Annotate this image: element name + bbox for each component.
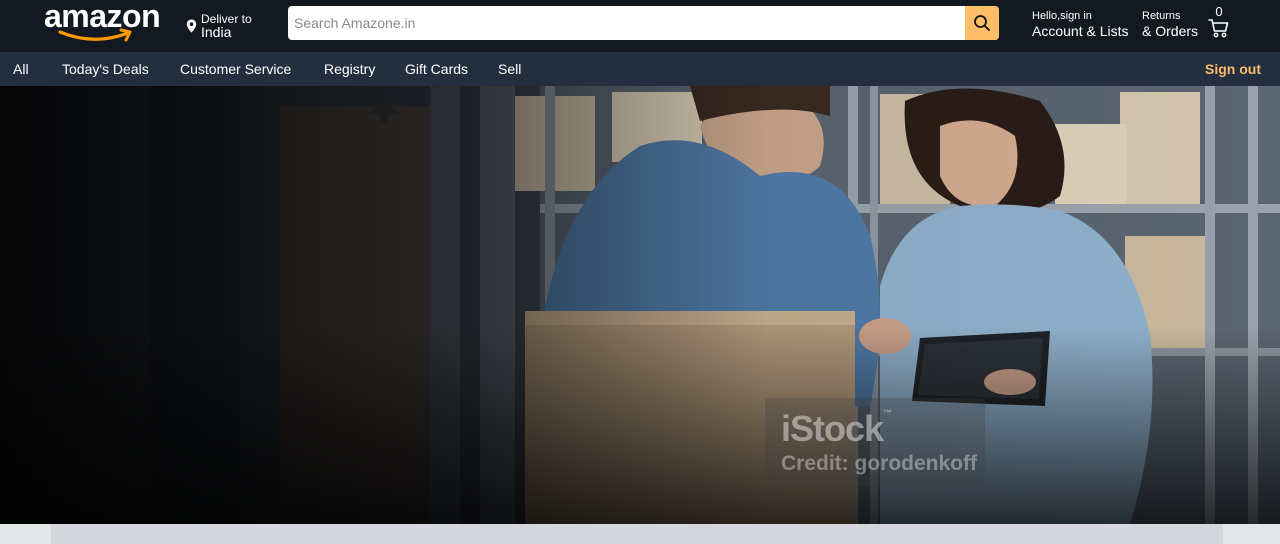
- deliver-location: India: [201, 24, 232, 40]
- logo-smile-arrow-icon: [58, 28, 132, 42]
- orders-label: & Orders: [1142, 23, 1199, 39]
- nav-item-customer-service[interactable]: Customer Service: [180, 61, 291, 77]
- account-and-lists[interactable]: Hello,sign in Account & Lists: [1032, 10, 1129, 39]
- nav-item-all[interactable]: All: [13, 61, 29, 77]
- watermark-logo: iStock™: [781, 408, 892, 449]
- nav-item-gift-cards[interactable]: Gift Cards: [405, 61, 468, 77]
- account-label: Account & Lists: [1032, 23, 1129, 39]
- search-button[interactable]: [965, 6, 999, 40]
- sign-out-link[interactable]: Sign out: [1205, 61, 1261, 77]
- cart-button[interactable]: 0: [1206, 4, 1232, 38]
- location-pin-icon: [186, 19, 197, 33]
- nav-item-registry[interactable]: Registry: [324, 61, 375, 77]
- returns-label: Returns: [1142, 10, 1181, 22]
- amazon-logo[interactable]: amazon: [44, 0, 174, 48]
- search-icon: [974, 15, 990, 31]
- watermark-credit: Credit: gorodenkoff: [781, 452, 977, 475]
- account-greeting: Hello,sign in: [1032, 10, 1092, 22]
- hero-banner-image: iStock™ Credit: gorodenkoff: [0, 86, 1280, 524]
- hero-photo: [0, 86, 1280, 524]
- nav-item-todays-deals[interactable]: Today's Deals: [62, 61, 149, 77]
- istock-watermark: iStock™ Credit: gorodenkoff: [765, 398, 985, 486]
- cart-count: 0: [1215, 4, 1223, 19]
- nav-bar: All Today's Deals Customer Service Regis…: [0, 52, 1280, 86]
- returns-and-orders[interactable]: Returns & Orders: [1142, 10, 1198, 39]
- search-bar: [288, 6, 999, 40]
- cart-icon: [1208, 19, 1229, 38]
- content-panel-top: [51, 524, 1223, 544]
- nav-item-sell[interactable]: Sell: [498, 61, 521, 77]
- top-header: amazon Deliver to India Hello,sign in Ac…: [0, 0, 1280, 52]
- search-input[interactable]: [288, 6, 948, 40]
